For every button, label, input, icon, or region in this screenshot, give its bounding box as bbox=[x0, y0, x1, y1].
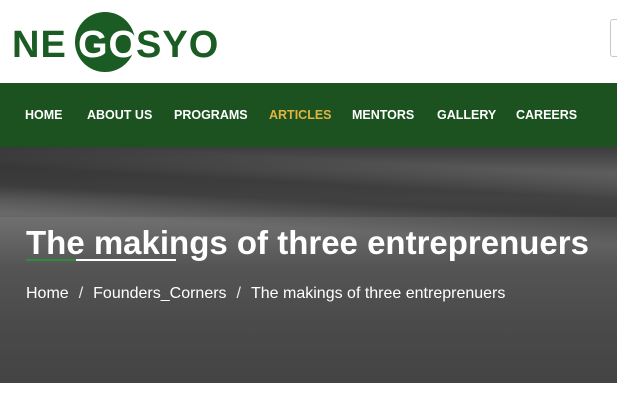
main-nav: HOME ABOUT US PROGRAMS ARTICLES MENTORS … bbox=[0, 83, 617, 147]
site-header: NE GO SYO bbox=[0, 0, 617, 83]
search-input[interactable] bbox=[610, 19, 617, 57]
nav-item-home[interactable]: HOME bbox=[25, 108, 63, 122]
nav-item-about-us[interactable]: ABOUT US bbox=[87, 108, 152, 122]
nav-item-gallery[interactable]: GALLERY bbox=[437, 108, 496, 122]
content-area bbox=[0, 383, 617, 411]
nav-item-articles[interactable]: ARTICLES bbox=[269, 108, 332, 122]
breadcrumb-separator: / bbox=[78, 285, 84, 302]
nav-item-careers[interactable]: CAREERS bbox=[516, 108, 577, 122]
logo-text-ne: NE bbox=[12, 24, 67, 66]
site-logo[interactable]: NE GO SYO bbox=[12, 12, 227, 72]
title-divider-accent bbox=[26, 259, 76, 261]
page-hero: The makings of three entreprenuers Home /… bbox=[0, 147, 617, 383]
title-divider bbox=[76, 259, 176, 261]
page-title: The makings of three entreprenuers bbox=[26, 224, 589, 262]
breadcrumb-category-link[interactable]: Founders_Corners bbox=[93, 285, 226, 302]
breadcrumb-home-link[interactable]: Home bbox=[26, 285, 69, 302]
nav-item-mentors[interactable]: MENTORS bbox=[352, 108, 414, 122]
logo-text-go: GO bbox=[78, 24, 140, 66]
nav-item-programs[interactable]: PROGRAMS bbox=[174, 108, 248, 122]
logo-text-syo: SYO bbox=[136, 24, 220, 66]
breadcrumb: Home / Founders_Corners / The makings of thr… bbox=[26, 285, 505, 303]
breadcrumb-separator: / bbox=[236, 285, 241, 302]
breadcrumb-current: The makings of three entreprenuers bbox=[251, 285, 506, 302]
